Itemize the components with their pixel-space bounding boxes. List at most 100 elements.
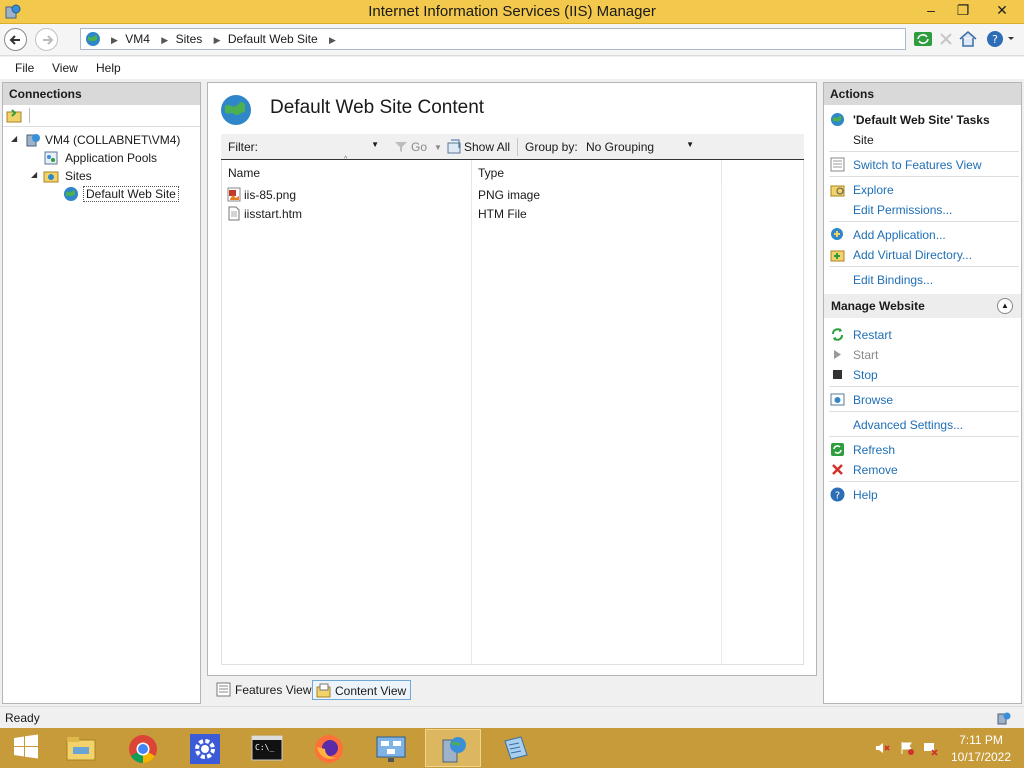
close-button[interactable]: ✕: [982, 0, 1022, 22]
back-arrow-icon: [9, 35, 20, 45]
network-tray-icon[interactable]: [922, 740, 938, 756]
manage-website-section[interactable]: Manage Website ▲: [824, 294, 1021, 318]
taskbar-file-explorer[interactable]: [53, 729, 109, 767]
funnel-icon: [395, 142, 407, 152]
taskbar-iis-manager[interactable]: [425, 729, 481, 767]
column-header-name[interactable]: Name: [222, 160, 472, 184]
address-bar[interactable]: ▶ VM4 ▶ Sites ▶ Default Web Site ▶: [80, 28, 906, 50]
filter-input[interactable]: ▼: [261, 137, 383, 157]
tab-features-view[interactable]: Features View: [213, 680, 315, 700]
go-button[interactable]: Go: [411, 140, 427, 154]
iis-manager-icon: [442, 737, 466, 763]
edit-bindings-link[interactable]: Edit Bindings...: [853, 273, 933, 287]
stop-toolbar-icon[interactable]: [936, 30, 956, 48]
remove-icon: [832, 464, 843, 475]
taskbar-firefox[interactable]: [301, 729, 357, 767]
add-virtual-directory-icon: [830, 250, 845, 262]
speaker-muted-icon[interactable]: [874, 740, 890, 756]
explore-folder-icon: [830, 185, 845, 197]
taskbar-command-prompt[interactable]: C:\_: [239, 729, 295, 767]
tab-content-view[interactable]: Content View: [312, 680, 412, 700]
divider: [829, 266, 1019, 267]
browse-link[interactable]: Browse: [853, 393, 893, 407]
collapse-arrow-icon[interactable]: ◢: [31, 170, 37, 179]
network-status-icon: [997, 712, 1011, 725]
forward-button[interactable]: [35, 28, 58, 51]
home-icon[interactable]: [958, 30, 978, 48]
menu-file[interactable]: File: [15, 61, 34, 75]
divider: [829, 176, 1019, 177]
refresh-link[interactable]: Refresh: [853, 443, 895, 457]
stop-link[interactable]: Stop: [853, 368, 878, 382]
switch-features-view-link[interactable]: Switch to Features View: [853, 158, 982, 172]
crumb-separator[interactable]: ▶: [329, 35, 336, 45]
clock-date[interactable]: 10/17/2022: [948, 750, 1014, 764]
refresh-toolbar-icon[interactable]: [913, 30, 933, 48]
refresh-icon: [831, 443, 844, 456]
chevron-down-icon[interactable]: ▼: [686, 140, 694, 149]
divider: [829, 436, 1019, 437]
content-list: Name ^ Type iis-85.png PNG image iisstar…: [221, 156, 804, 665]
minimize-button[interactable]: –: [916, 0, 946, 22]
add-virtual-directory-link[interactable]: Add Virtual Directory...: [853, 248, 972, 262]
start-link[interactable]: Start: [853, 348, 878, 362]
list-item[interactable]: iisstart.htm HTM File: [222, 204, 722, 223]
sort-arrow-icon: ^: [344, 156, 348, 163]
start-button[interactable]: [0, 729, 50, 767]
column-divider: [721, 184, 722, 664]
svg-text:?: ?: [835, 491, 840, 502]
network-icon: [376, 736, 406, 762]
collapse-up-icon[interactable]: ▲: [997, 298, 1013, 314]
list-item[interactable]: iis-85.png PNG image: [222, 185, 722, 204]
toolbar-divider: [29, 108, 30, 123]
taskbar: C:\_ 7:11 PM 10/17/2022: [0, 728, 1024, 768]
clock-time[interactable]: 7:11 PM: [948, 733, 1014, 747]
back-button[interactable]: [4, 28, 27, 51]
status-bar: Ready: [0, 706, 1024, 728]
sites-folder-icon: [43, 171, 59, 183]
go-dropdown-icon[interactable]: ▼: [434, 143, 442, 152]
show-all-button[interactable]: Show All: [464, 140, 510, 154]
server-icon: [26, 134, 40, 147]
help-icon: ?: [830, 487, 845, 502]
toolbar-divider: [517, 138, 518, 156]
menu-view[interactable]: View: [52, 61, 78, 75]
column-header-type[interactable]: Type: [472, 160, 722, 184]
content-panel: Default Web Site Content Filter: ▼ Go ▼ …: [207, 82, 817, 676]
help-dropdown-icon[interactable]: ?: [986, 30, 1016, 48]
edit-permissions-link[interactable]: Edit Permissions...: [853, 203, 952, 217]
crumb-sites[interactable]: Sites: [176, 32, 203, 46]
chevron-down-icon[interactable]: ▼: [371, 140, 379, 149]
collapse-arrow-icon[interactable]: ◢: [11, 134, 17, 143]
taskbar-notepad[interactable]: [487, 729, 543, 767]
crumb-vm4[interactable]: VM4: [125, 32, 150, 46]
group-by-select[interactable]: No Grouping ▼: [583, 137, 698, 157]
restore-button[interactable]: ❐: [948, 0, 978, 22]
connections-header: Connections: [3, 83, 200, 105]
help-link[interactable]: Help: [853, 488, 878, 502]
forward-arrow-icon: [43, 35, 54, 45]
tasks-subtitle: Site: [853, 133, 874, 147]
explore-link[interactable]: Explore: [853, 183, 894, 197]
advanced-settings-link[interactable]: Advanced Settings...: [853, 418, 963, 432]
taskbar-control-panel[interactable]: [177, 729, 233, 767]
page-title: Default Web Site Content: [270, 97, 485, 118]
taskbar-chrome[interactable]: [115, 729, 171, 767]
crumb-separator[interactable]: ▶: [161, 35, 168, 45]
title-bar: Internet Information Services (IIS) Mana…: [0, 0, 1024, 24]
play-icon: [834, 350, 841, 359]
remove-link[interactable]: Remove: [853, 463, 898, 477]
crumb-separator[interactable]: ▶: [111, 35, 118, 45]
terminal-icon: C:\_: [251, 735, 283, 761]
action-center-icon[interactable]: [899, 740, 915, 756]
status-text: Ready: [5, 711, 40, 725]
menu-help[interactable]: Help: [96, 61, 121, 75]
crumb-default-web-site[interactable]: Default Web Site: [228, 32, 318, 46]
crumb-separator[interactable]: ▶: [214, 35, 221, 45]
add-application-link[interactable]: Add Application...: [853, 228, 946, 242]
connect-icon[interactable]: [6, 108, 22, 124]
menu-bar: File View Help: [0, 57, 1024, 79]
taskbar-network[interactable]: [363, 729, 419, 767]
notepad-icon: [504, 736, 528, 760]
restart-link[interactable]: Restart: [853, 328, 892, 342]
